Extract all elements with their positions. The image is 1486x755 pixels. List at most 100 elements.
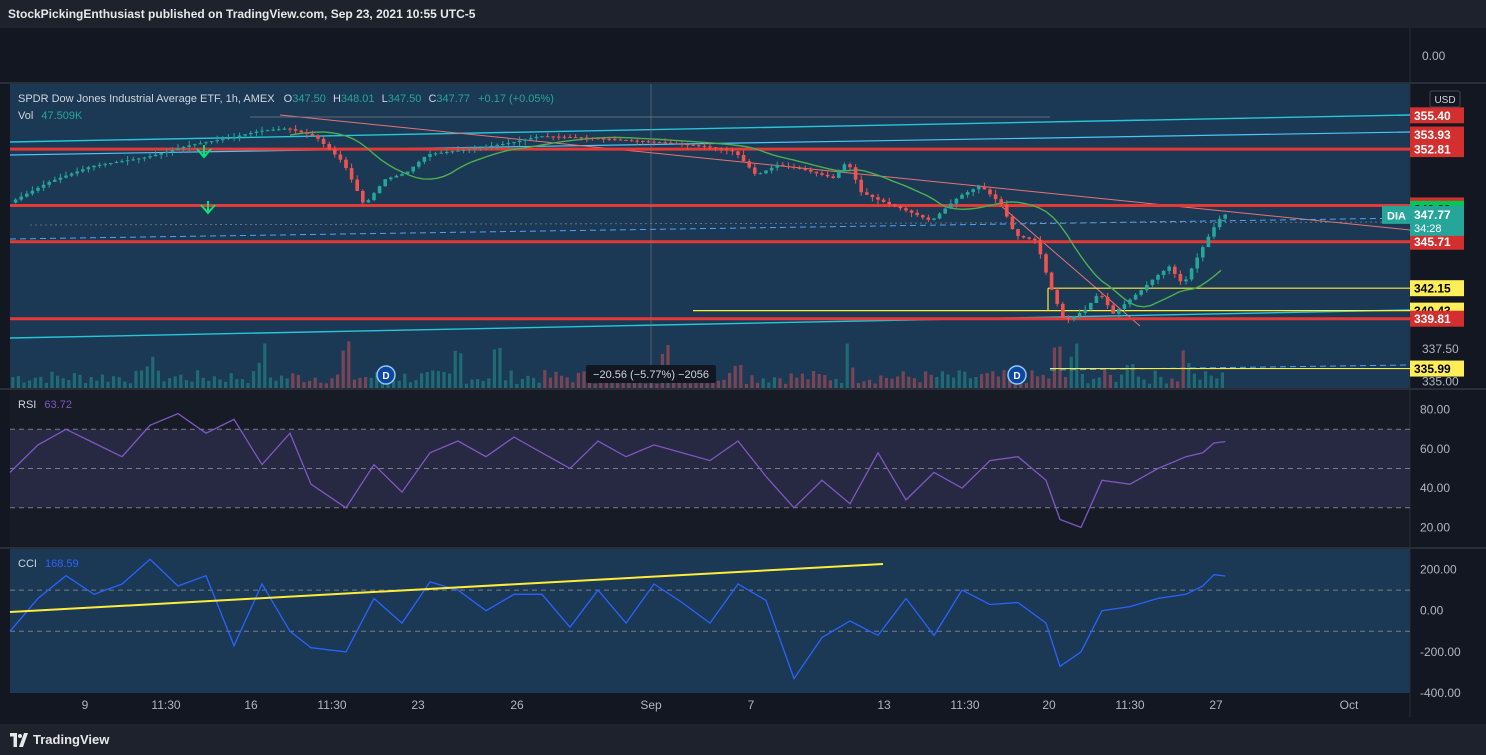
volume-bar (548, 377, 552, 388)
dividend-marker-icon[interactable]: D (376, 365, 396, 385)
volume-bar (1220, 372, 1224, 388)
candle-body (540, 136, 544, 138)
candle-body (1089, 302, 1093, 310)
volume-bar (1198, 379, 1202, 388)
volume-bar (464, 383, 468, 388)
volume-bar (1041, 374, 1045, 388)
volume-bar (851, 367, 855, 388)
candle-body (254, 131, 259, 133)
volume-bar (1086, 383, 1090, 388)
candle-body (590, 137, 595, 139)
candle-body (557, 136, 561, 138)
volume-bar (212, 376, 216, 388)
x-tick-label: 16 (244, 698, 258, 712)
candle-body (1016, 229, 1020, 237)
x-tick-label: 9 (82, 698, 89, 712)
time-axis[interactable] (10, 693, 1410, 717)
candle-body (993, 194, 998, 200)
volume-bar (1030, 370, 1034, 388)
candle-body (327, 144, 331, 150)
currency-badge[interactable]: USD (1429, 90, 1461, 108)
candle-body (719, 148, 723, 150)
candle-body (1033, 238, 1037, 241)
legend-open: 347.50 (292, 93, 326, 105)
volume-bar (940, 371, 944, 388)
x-tick-label: 27 (1209, 698, 1223, 712)
candle-body (30, 190, 35, 194)
candle-body (965, 192, 970, 195)
candle-body (271, 129, 275, 131)
candle-body (1184, 279, 1188, 282)
cci-tick-label: -200.00 (1420, 645, 1461, 659)
candle-body (1161, 270, 1166, 276)
candle-body (1128, 299, 1132, 305)
volume-bar (890, 378, 894, 388)
candle-body (282, 128, 287, 130)
volume-bar (481, 380, 485, 388)
volume-bar (11, 377, 15, 388)
candle-body (377, 186, 382, 194)
brand-name: TradingView (33, 732, 110, 747)
candle-body (1195, 257, 1199, 269)
volume-bar (1047, 378, 1051, 388)
x-tick-label: Sep (640, 698, 662, 712)
tradingview-logo[interactable]: TradingView (10, 732, 109, 747)
candle-body (848, 164, 852, 168)
measure-tooltip: −20.56 (−5.77%) −2056 (586, 365, 716, 383)
volume-bar (795, 377, 799, 388)
candle-body (1201, 247, 1205, 258)
svg-text:RSI 63.72: RSI 63.72 (18, 399, 72, 411)
candle-body (949, 203, 953, 209)
candle-body (58, 177, 63, 180)
rsi-tick-label: 60.00 (1420, 442, 1450, 456)
candle-body (1133, 294, 1138, 300)
volume-bar (459, 353, 463, 388)
candle-body (562, 136, 567, 138)
candle-body (176, 148, 180, 151)
candle-body (607, 138, 611, 140)
volume-bar (123, 381, 127, 388)
svg-text:Vol 47.509K: Vol 47.509K (18, 110, 83, 122)
candle-body (1010, 216, 1015, 230)
candle-body (1206, 236, 1211, 248)
volume-bar (291, 373, 295, 388)
volume-bar (688, 383, 692, 388)
candle-body (943, 208, 947, 214)
volume-bar (487, 378, 491, 388)
x-tick-label: 11:30 (950, 698, 979, 712)
candle-body (316, 135, 320, 139)
volume-bar (1192, 373, 1196, 388)
dividend-marker-icon[interactable]: D (1007, 365, 1027, 385)
volume-value: 47.509K (41, 110, 83, 122)
candle-body (265, 130, 270, 132)
candle-body (495, 144, 499, 146)
price-level-label: 339.81 (1414, 312, 1451, 326)
volume-bar (39, 376, 43, 388)
volume-bar (425, 371, 429, 388)
volume-bar (358, 377, 362, 388)
volume-bar (67, 380, 71, 388)
volume-bar (845, 343, 849, 388)
candle-body (747, 161, 751, 168)
volume-bar (929, 374, 933, 388)
volume-bar (201, 377, 205, 388)
volume-bar (750, 375, 754, 388)
volume-bar (980, 374, 984, 388)
chart-canvas[interactable]: 0.00 9 11:30 16 11:30 23 26 Sep 7 13 11:30 20 11:30… (0, 0, 1486, 755)
legend-c-label: C (428, 93, 436, 105)
candle-body (652, 141, 656, 143)
candle-body (781, 164, 785, 166)
candle-body (624, 139, 628, 141)
volume-bar (1136, 376, 1140, 388)
volume-bar (789, 373, 793, 388)
candle-body (1173, 266, 1177, 274)
candle-body (13, 199, 18, 203)
cci-pane[interactable] (10, 549, 1410, 693)
candle-body (249, 132, 253, 135)
candle-body (702, 145, 707, 147)
volume-bar (1052, 347, 1056, 388)
candle-body (159, 153, 163, 155)
volume-bar (655, 383, 659, 388)
candle-body (758, 173, 763, 175)
candle-body (64, 175, 68, 178)
